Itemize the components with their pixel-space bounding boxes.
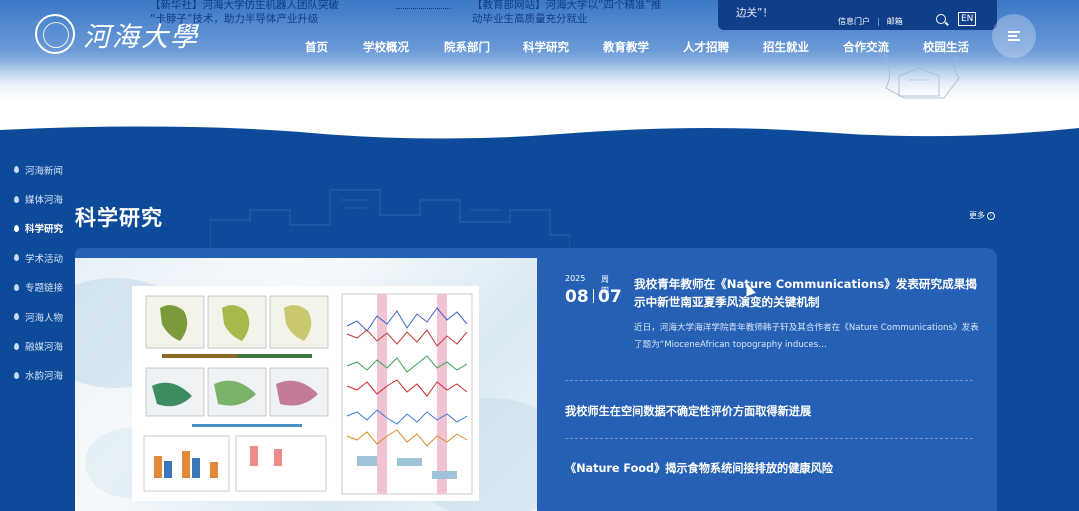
- divider: [565, 438, 973, 439]
- sidebar-item-shuiyun[interactable]: 水韵河海: [14, 361, 63, 390]
- sidebar-item-label: 水韵河海: [25, 371, 64, 383]
- sidebar-item-news[interactable]: 河海新闻: [14, 155, 63, 184]
- sidebar-item-label: 科学研究: [25, 224, 64, 236]
- sidebar-item-rongmei[interactable]: 融媒河海: [14, 331, 63, 360]
- featured-headline[interactable]: 我校青年教师在《Nature Communications》发表研究成果揭示中新…: [634, 275, 984, 311]
- ticker-item[interactable]: 【新华社】河海大学仿生机器人团队突破 “卡脖子”技术，助力半导体产业升级: [150, 0, 339, 26]
- water-drop-icon: [14, 254, 19, 262]
- news-item[interactable]: 《Nature Food》揭示食物系统间接排放的健康风险: [565, 460, 833, 476]
- nav-research[interactable]: 科学研究: [522, 39, 570, 55]
- sidebar: 河海新闻 媒体河海 科学研究 学术活动 专题链接 河海人物 融媒河海 水韵河海: [14, 155, 63, 390]
- portal-link[interactable]: 信息门户: [838, 16, 870, 27]
- sidebar-item-label: 河海人物: [25, 312, 64, 324]
- research-card: 2025 周四 08 07 我校青年教师在《Nature Communicati…: [75, 248, 997, 511]
- sidebar-item-people[interactable]: 河海人物: [14, 302, 63, 331]
- menu-line: [1008, 39, 1020, 41]
- nav-departments[interactable]: 院系部门: [443, 39, 491, 55]
- separator: |: [877, 17, 880, 26]
- search-icon[interactable]: [936, 14, 946, 24]
- water-drop-icon: [14, 283, 19, 291]
- more-link[interactable]: 更多 ›: [969, 210, 995, 221]
- chevron-right-icon: ›: [987, 211, 995, 220]
- email-link[interactable]: 邮箱: [887, 16, 903, 27]
- menu-line: [1008, 35, 1017, 37]
- sidebar-item-label: 专题链接: [25, 283, 64, 295]
- water-drop-icon: [14, 371, 19, 379]
- date-day: 07: [598, 287, 622, 307]
- skyline-decoration: [210, 189, 570, 250]
- sidebar-item-label: 融媒河海: [25, 342, 64, 354]
- sidebar-item-academic[interactable]: 学术活动: [14, 243, 63, 272]
- date-separator: [593, 289, 594, 303]
- ticker-line: 【新华社】河海大学仿生机器人团队突破: [150, 0, 339, 11]
- sidebar-item-label: 媒体河海: [25, 195, 64, 207]
- menu-icon[interactable]: [992, 14, 1036, 58]
- ticker-line: 动毕业生高质量充分就业: [472, 13, 588, 25]
- utility-links: 信息门户 | 邮箱: [838, 16, 903, 27]
- sidebar-item-research[interactable]: 科学研究: [14, 214, 63, 243]
- ticker-divider: [396, 8, 450, 10]
- nav-home[interactable]: 首页: [303, 39, 330, 55]
- building-sketch-icon: [883, 52, 960, 99]
- water-drop-icon: [14, 342, 19, 350]
- ticker-item[interactable]: 【教育部网站】河海大学以“四个精准”推 动毕业生高质量充分就业: [472, 0, 661, 26]
- sidebar-item-label: 河海新闻: [25, 165, 64, 177]
- news-item[interactable]: 我校师生在空间数据不确定性评价方面取得新进展: [565, 403, 811, 419]
- nav-admissions[interactable]: 招生就业: [762, 39, 810, 55]
- figure-graphic: [143, 293, 473, 495]
- research-figure: [132, 286, 479, 501]
- nav-about[interactable]: 学校概况: [362, 39, 410, 55]
- language-switch[interactable]: EN: [958, 12, 977, 26]
- water-drop-icon: [14, 195, 19, 203]
- date-month: 08: [565, 287, 589, 307]
- water-drop-icon: [14, 224, 19, 232]
- main-nav: 首页 学校概况 院系部门 科学研究 教育教学 人才招聘 招生就业 合作交流 校园…: [303, 39, 970, 55]
- sidebar-item-topics[interactable]: 专题链接: [14, 273, 63, 302]
- nav-recruitment[interactable]: 人才招聘: [682, 39, 730, 55]
- water-drop-icon: [14, 166, 19, 174]
- university-seal-icon: [35, 14, 75, 54]
- header: 河海大學 【新华社】河海大学仿生机器人团队突破 “卡脖子”技术，助力半导体产业升…: [0, 0, 1079, 125]
- utility-bar: 边关”！ 信息门户 | 邮箱 EN: [718, 0, 997, 30]
- water-drop-icon: [14, 313, 19, 321]
- featured-summary: 近日，河海大学海洋学院青年教师韩子轩及其合作者在《Nature Communic…: [634, 323, 979, 350]
- more-label: 更多: [969, 211, 985, 220]
- date-year: 2025: [565, 274, 586, 283]
- ticker-line: “卡脖子”技术，助力半导体产业升级: [150, 13, 319, 25]
- sidebar-item-label: 学术活动: [25, 253, 64, 265]
- utility-promo[interactable]: 边关”！: [736, 5, 773, 20]
- news-list: 2025 周四 08 07 我校青年教师在《Nature Communicati…: [565, 248, 979, 511]
- section-title: 科学研究: [75, 206, 163, 230]
- nav-education[interactable]: 教育教学: [602, 39, 650, 55]
- menu-line: [1008, 31, 1020, 33]
- divider: [565, 380, 973, 381]
- ticker-line: 【教育部网站】河海大学以“四个精准”推: [472, 0, 662, 11]
- featured-image[interactable]: [75, 258, 537, 511]
- wave-divider: [0, 120, 1079, 139]
- sidebar-item-media[interactable]: 媒体河海: [14, 184, 63, 213]
